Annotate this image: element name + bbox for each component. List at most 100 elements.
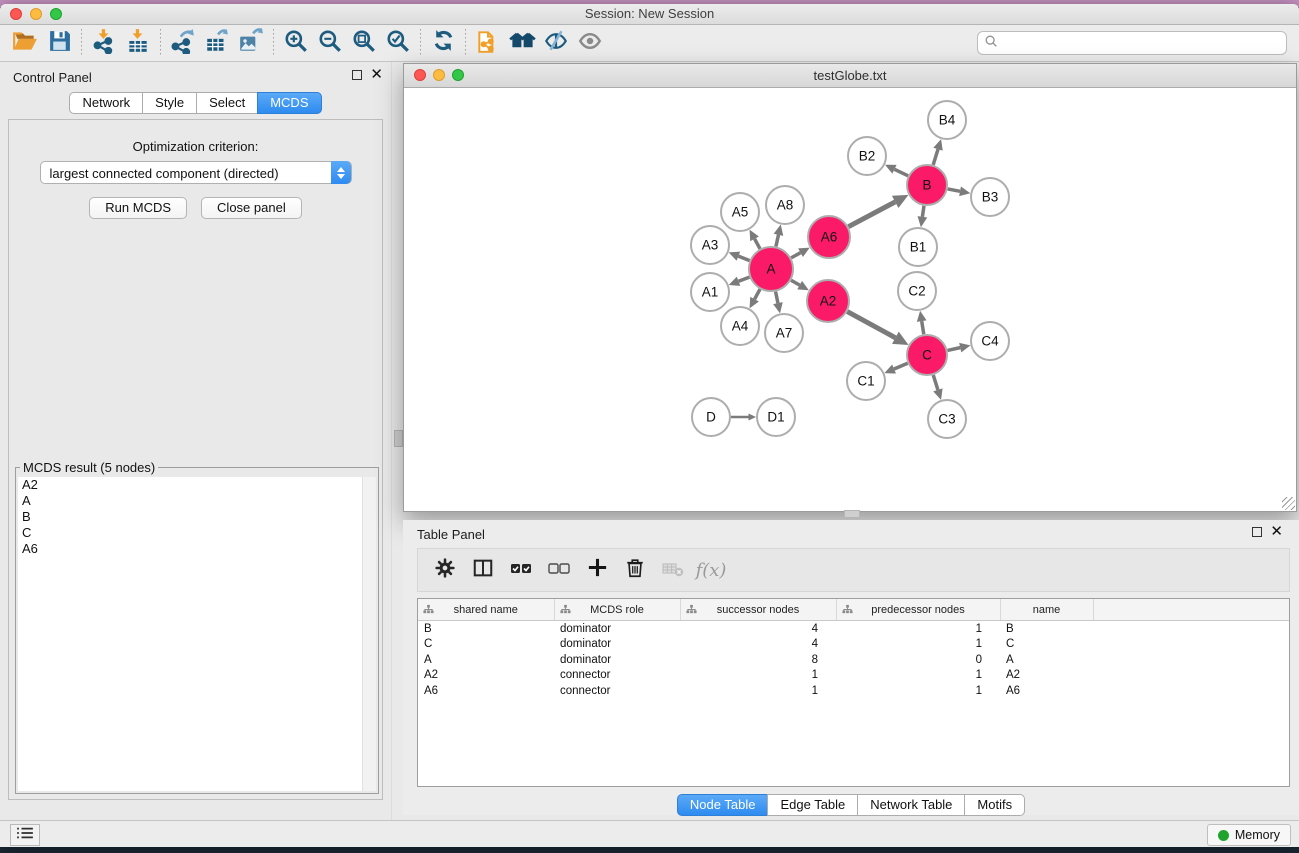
mcds-result-item[interactable]: B xyxy=(18,509,376,525)
minimize-network-button[interactable] xyxy=(433,69,445,81)
zoom-selected-button[interactable] xyxy=(381,27,415,59)
graph-edge-B-B1 xyxy=(922,206,924,217)
tab-network[interactable]: Network xyxy=(69,92,143,114)
splitter-handle[interactable] xyxy=(394,430,403,447)
run-mcds-button[interactable]: Run MCDS xyxy=(89,197,187,219)
table-row[interactable]: A6connector11A6 xyxy=(418,683,1290,699)
result-scrollbar[interactable] xyxy=(362,477,376,791)
zoom-out-icon xyxy=(317,28,343,59)
toolbar-separator xyxy=(81,29,82,57)
close-panel-button[interactable]: Close panel xyxy=(201,197,302,219)
graph-node-label: C1 xyxy=(857,374,874,389)
column-header-successor-nodes[interactable]: successor nodes xyxy=(680,599,836,621)
table-row[interactable]: Adominator80A xyxy=(418,652,1290,668)
show-task-history-button[interactable] xyxy=(10,824,40,846)
table-row[interactable]: A2connector11A2 xyxy=(418,668,1290,684)
export-table-button[interactable] xyxy=(200,27,234,59)
open-folder-icon xyxy=(12,28,38,59)
float-table-panel-icon[interactable] xyxy=(1252,527,1262,537)
network-canvas[interactable]: B4B2BB3B1A5A8A6A3AA1A2C2A4A7C4CC1C3DD1 xyxy=(404,88,1296,511)
column-header-shared-name[interactable]: shared name xyxy=(418,599,554,621)
minimize-window-button[interactable] xyxy=(30,8,42,20)
memory-status-icon xyxy=(1218,830,1229,841)
column-header-MCDS-role[interactable]: MCDS role xyxy=(554,599,680,621)
criterion-select[interactable]: largest connected component (directed) xyxy=(40,161,352,184)
zoom-network-button[interactable] xyxy=(452,69,464,81)
mcds-result-item[interactable]: C xyxy=(18,525,376,541)
delete-table-button xyxy=(654,553,692,587)
search-input[interactable] xyxy=(998,35,1280,51)
import-table-button[interactable] xyxy=(121,27,155,59)
column-header-predecessor-nodes[interactable]: predecessor nodes xyxy=(836,599,1000,621)
close-panel-icon[interactable]: ✕ xyxy=(370,70,383,80)
table-row[interactable]: Cdominator41C xyxy=(418,637,1290,653)
graph-edge-C-C1 xyxy=(894,363,908,369)
delete-table-icon xyxy=(661,556,685,585)
memory-button[interactable]: Memory xyxy=(1207,824,1291,846)
graph-node-label: C4 xyxy=(981,334,999,349)
arrowhead-icon xyxy=(749,414,757,421)
graph-edge-C-C3 xyxy=(933,375,938,390)
cybrowser-button[interactable] xyxy=(505,27,539,59)
export-image-button[interactable] xyxy=(234,27,268,59)
close-network-button[interactable] xyxy=(414,69,426,81)
close-window-button[interactable] xyxy=(10,8,22,20)
graph-edge-C-C2 xyxy=(922,321,924,334)
mcds-result-group: MCDS result (5 nodes) A2ABCA6 xyxy=(15,460,379,794)
tab-edge-table[interactable]: Edge Table xyxy=(767,794,858,816)
resize-grip-icon[interactable] xyxy=(1282,497,1295,510)
plus-icon xyxy=(586,556,609,584)
deselect-all-rows-button[interactable] xyxy=(540,553,578,587)
graph-node-label: A3 xyxy=(702,238,719,253)
table-tabs: Node TableEdge TableNetwork TableMotifs xyxy=(403,794,1299,816)
tab-mcds[interactable]: MCDS xyxy=(257,92,321,114)
mcds-result-item[interactable]: A6 xyxy=(18,541,376,557)
toggle-split-view-button[interactable] xyxy=(464,553,502,587)
select-all-rows-button[interactable] xyxy=(502,553,540,587)
show-graphics-details-button[interactable] xyxy=(573,27,607,59)
delete-columns-button[interactable] xyxy=(616,553,654,587)
tab-select[interactable]: Select xyxy=(196,92,258,114)
column-header-name[interactable]: name xyxy=(1000,599,1093,621)
tab-motifs[interactable]: Motifs xyxy=(964,794,1025,816)
refresh-icon xyxy=(431,28,456,58)
mcds-result-item[interactable]: A xyxy=(18,493,376,509)
zoom-in-button[interactable] xyxy=(279,27,313,59)
arrowhead-icon xyxy=(933,139,942,150)
open-file-button[interactable] xyxy=(8,27,42,59)
zoom-window-button[interactable] xyxy=(50,8,62,20)
tab-network-table[interactable]: Network Table xyxy=(857,794,965,816)
close-table-panel-icon[interactable]: ✕ xyxy=(1270,527,1283,537)
hide-graphics-details-button[interactable] xyxy=(539,27,573,59)
eye-slash-icon xyxy=(543,28,569,59)
export-image-icon xyxy=(238,28,264,59)
export-table-icon xyxy=(204,28,230,59)
add-column-button[interactable] xyxy=(578,553,616,587)
zoom-out-button[interactable] xyxy=(313,27,347,59)
mcds-tab-content: Optimization criterion: largest connecte… xyxy=(8,119,383,800)
node-table[interactable]: shared nameMCDS rolesuccessor nodesprede… xyxy=(417,598,1290,787)
graph-edge-C-C4 xyxy=(947,348,960,351)
graph-node-label: B3 xyxy=(982,190,999,205)
mcds-result-list[interactable]: A2ABCA6 xyxy=(18,477,376,791)
horizontal-splitter-handle[interactable] xyxy=(844,510,860,518)
table-settings-button[interactable] xyxy=(426,553,464,587)
tab-node-table[interactable]: Node Table xyxy=(677,794,769,816)
graph-edge-A-A4 xyxy=(755,289,760,299)
float-panel-icon[interactable] xyxy=(352,70,362,80)
save-session-button[interactable] xyxy=(42,27,76,59)
table-row[interactable]: Bdominator41B xyxy=(418,621,1290,637)
graph-node-label: A2 xyxy=(820,294,837,309)
graph-node-label: B1 xyxy=(910,240,927,255)
new-session-from-network-button[interactable] xyxy=(471,27,505,59)
import-network-button[interactable] xyxy=(87,27,121,59)
refresh-button[interactable] xyxy=(426,27,460,59)
mcds-result-item[interactable]: A2 xyxy=(18,477,376,493)
search-field[interactable] xyxy=(977,31,1287,55)
network-window-titlebar[interactable]: testGlobe.txt xyxy=(404,64,1296,88)
zoom-fit-button[interactable] xyxy=(347,27,381,59)
tab-style[interactable]: Style xyxy=(142,92,197,114)
status-bar: Memory xyxy=(0,820,1299,847)
export-network-button[interactable] xyxy=(166,27,200,59)
trash-icon xyxy=(624,557,646,584)
